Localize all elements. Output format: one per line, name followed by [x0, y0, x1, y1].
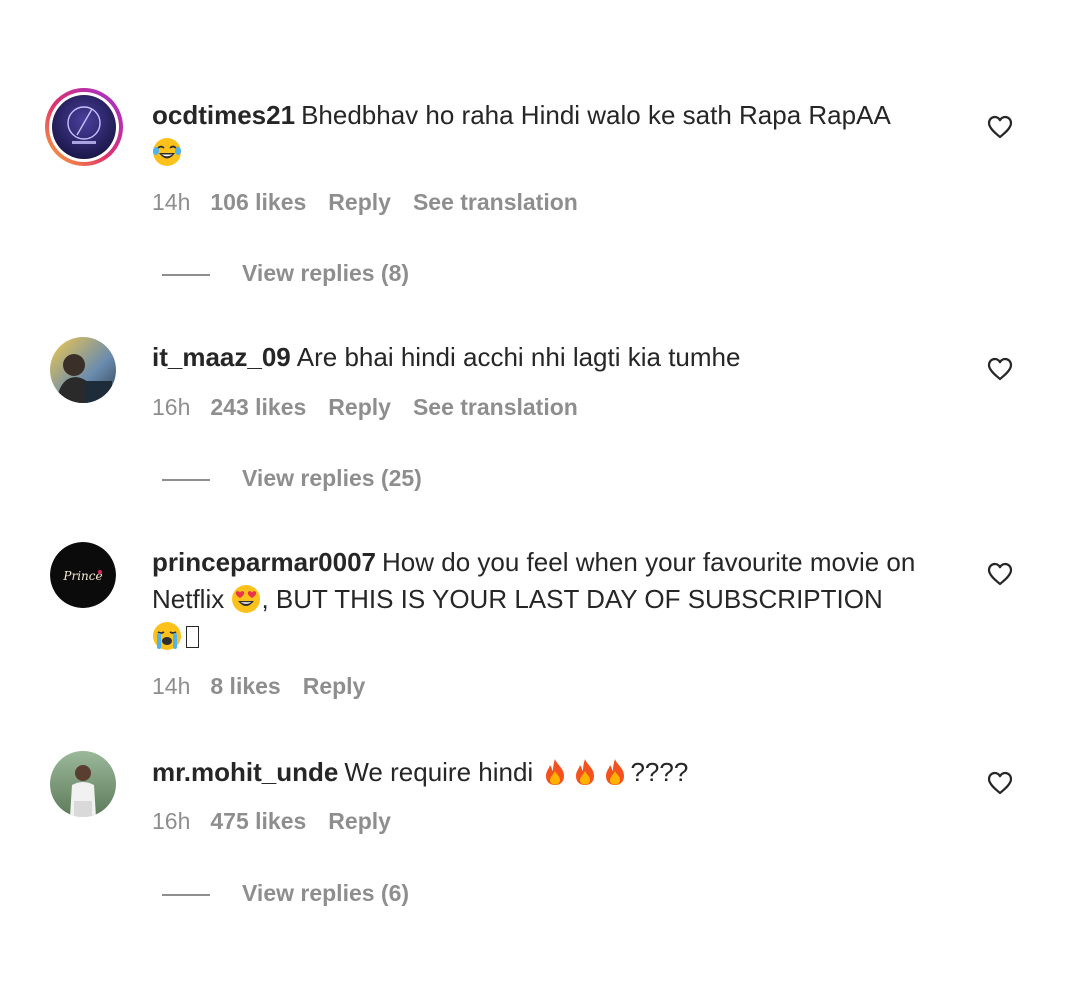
- comment-text: it_maaz_09 Are bhai hindi acchi nhi lagti…: [152, 339, 952, 376]
- comment-time: 16h: [152, 394, 191, 420]
- prince-logo-text: Prince: [62, 569, 102, 583]
- avatar[interactable]: [50, 337, 116, 403]
- comment-likes[interactable]: 106 likes: [210, 189, 306, 215]
- fire-icon: [540, 757, 570, 787]
- divider-line: [162, 273, 210, 276]
- avatar[interactable]: Prince: [50, 542, 116, 608]
- comment-meta: 14h 8 likes Reply: [152, 673, 387, 700]
- view-replies-label: View replies (6): [242, 880, 410, 906]
- heart-outline-icon[interactable]: [987, 115, 1013, 139]
- comment-username[interactable]: ocdtimes21: [152, 100, 295, 130]
- reply-button[interactable]: Reply: [328, 189, 391, 215]
- comment-body-suffix: ????: [630, 757, 689, 787]
- comment-text: ocdtimes21 Bhedbhav ho raha Hindi walo ke…: [152, 97, 952, 171]
- unsupported-glyph: [186, 626, 199, 648]
- comment-text: princeparmar0007 How do you feel when you…: [152, 544, 952, 655]
- reply-button[interactable]: Reply: [303, 673, 366, 699]
- comment-username[interactable]: princeparmar0007: [152, 547, 376, 577]
- comment-body: Bhedbhav ho raha Hindi walo ke sath Rapa…: [301, 100, 891, 130]
- view-replies-button[interactable]: View replies (8): [162, 260, 409, 287]
- divider-line: [162, 478, 210, 481]
- comment-likes[interactable]: 243 likes: [210, 394, 306, 420]
- comment-likes[interactable]: 475 likes: [210, 808, 306, 834]
- smiling-face-with-heart-eyes-icon: [231, 584, 261, 614]
- comment-time: 16h: [152, 808, 191, 834]
- avatar[interactable]: [50, 751, 116, 817]
- comment-meta: 16h 475 likes Reply: [152, 808, 413, 835]
- comment-time: 14h: [152, 673, 191, 699]
- view-replies-label: View replies (8): [242, 260, 410, 286]
- heart-outline-icon[interactable]: [987, 357, 1013, 381]
- view-replies-label: View replies (25): [242, 465, 422, 491]
- comment-text: mr.mohit_unde We require hindi ????: [152, 754, 952, 791]
- loudly-crying-face-icon: [152, 621, 182, 651]
- reply-button[interactable]: Reply: [328, 394, 391, 420]
- view-replies-button[interactable]: View replies (6): [162, 880, 409, 907]
- divider-line: [162, 893, 210, 896]
- comment-body: We require hindi: [344, 757, 534, 787]
- see-translation-button[interactable]: See translation: [413, 189, 578, 215]
- comment-username[interactable]: mr.mohit_unde: [152, 757, 338, 787]
- fire-icon: [570, 757, 600, 787]
- reply-button[interactable]: Reply: [328, 808, 391, 834]
- comment-body-continued: , BUT THIS IS YOUR LAST DAY OF SUBSCRIPT…: [261, 584, 883, 614]
- face-with-tears-of-joy-icon: [152, 137, 182, 167]
- fire-icon: [600, 757, 630, 787]
- view-replies-button[interactable]: View replies (25): [162, 465, 422, 492]
- comment-likes[interactable]: 8 likes: [210, 673, 280, 699]
- comment-username[interactable]: it_maaz_09: [152, 342, 291, 372]
- comment-body: Are bhai hindi acchi nhi lagti kia tumhe: [296, 342, 741, 372]
- see-translation-button[interactable]: See translation: [413, 394, 578, 420]
- heart-outline-icon[interactable]: [987, 771, 1013, 795]
- comment-meta: 16h 243 likes Reply See translation: [152, 394, 600, 421]
- comment-time: 14h: [152, 189, 191, 215]
- comment-meta: 14h 106 likes Reply See translation: [152, 189, 600, 216]
- avatar[interactable]: [44, 87, 124, 167]
- heart-outline-icon[interactable]: [987, 562, 1013, 586]
